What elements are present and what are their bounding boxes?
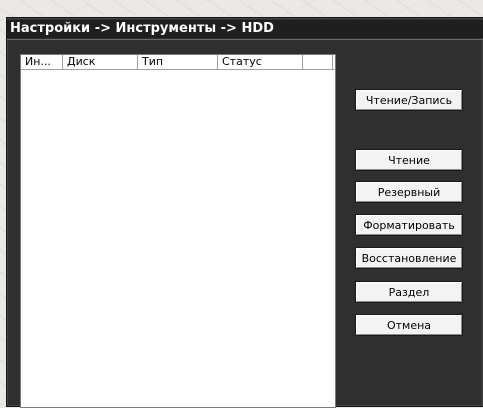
hdd-settings-window: Настройки -> Инструменты -> HDD Ин... Ди… bbox=[6, 17, 483, 408]
format-button[interactable]: Форматировать bbox=[355, 214, 463, 236]
hdd-list[interactable]: Ин... Диск Тип Статус bbox=[20, 54, 336, 408]
column-header-disk[interactable]: Диск bbox=[63, 55, 138, 69]
read-write-button[interactable]: Чтение/Запись bbox=[355, 89, 463, 111]
reserve-button[interactable]: Резервный bbox=[355, 181, 463, 203]
column-header-type[interactable]: Тип bbox=[138, 55, 218, 69]
partition-button[interactable]: Раздел bbox=[355, 281, 463, 303]
read-button[interactable]: Чтение bbox=[355, 149, 463, 171]
window-title: Настройки -> Инструменты -> HDD bbox=[7, 20, 483, 38]
restore-button[interactable]: Восстановление bbox=[355, 247, 463, 269]
column-header-status[interactable]: Статус bbox=[218, 55, 303, 69]
cancel-button[interactable]: Отмена bbox=[355, 314, 463, 336]
list-header: Ин... Диск Тип Статус bbox=[21, 55, 335, 70]
column-header-extra[interactable] bbox=[303, 55, 333, 69]
title-divider bbox=[7, 39, 483, 40]
column-header-index[interactable]: Ин... bbox=[21, 55, 63, 69]
